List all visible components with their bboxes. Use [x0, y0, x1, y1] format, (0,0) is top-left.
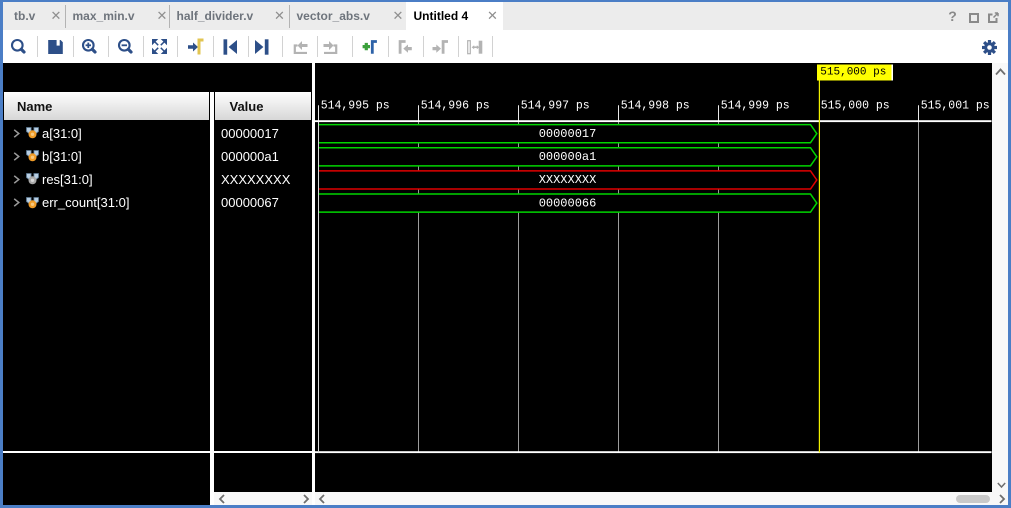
svg-text:515,000 ps: 515,000 ps — [820, 66, 886, 78]
svg-text:514,995 ps: 514,995 ps — [321, 99, 390, 112]
svg-text:00000066: 00000066 — [539, 196, 597, 210]
svg-text:514,998 ps: 514,998 ps — [621, 99, 690, 112]
svg-text:00000017: 00000017 — [539, 127, 597, 141]
svg-text:XXXXXXXX: XXXXXXXX — [539, 173, 597, 187]
svg-text:515,000 ps: 515,000 ps — [821, 99, 890, 112]
svg-text:514,999 ps: 514,999 ps — [721, 99, 790, 112]
svg-text:515,001 ps: 515,001 ps — [921, 99, 990, 112]
svg-text:514,997 ps: 514,997 ps — [521, 99, 590, 112]
svg-text:514,996 ps: 514,996 ps — [421, 99, 490, 112]
svg-text:000000a1: 000000a1 — [539, 150, 597, 164]
